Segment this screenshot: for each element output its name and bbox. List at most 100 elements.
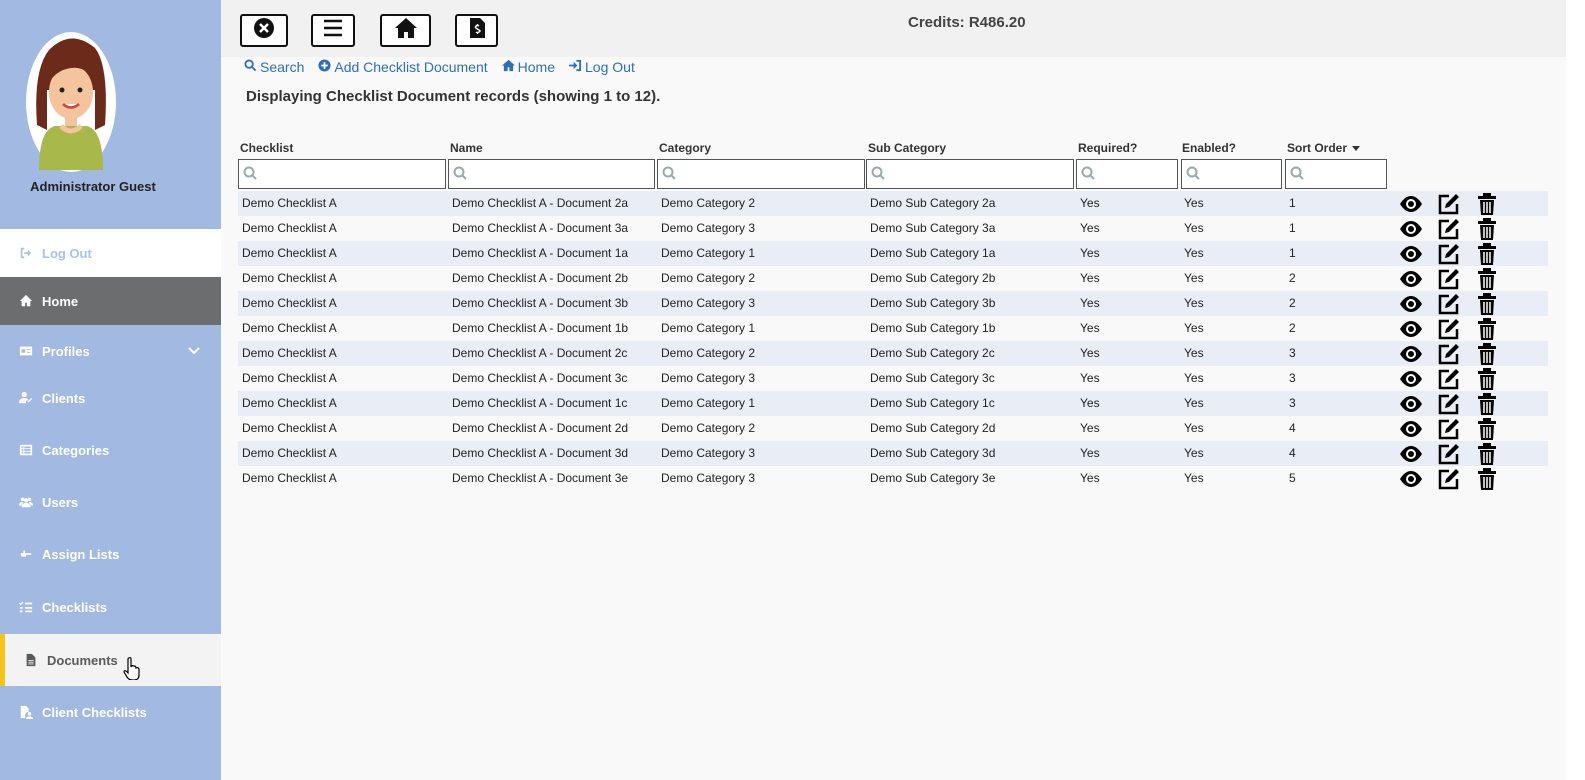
table-row[interactable]: Demo Checklist A Demo Checklist A - Docum…: [238, 441, 1548, 466]
table-row[interactable]: Demo Checklist A Demo Checklist A - Docum…: [238, 266, 1548, 291]
edit-button[interactable]: [1430, 266, 1468, 291]
column-header-checklist[interactable]: Checklist: [240, 141, 293, 155]
cell-required: Yes: [1080, 271, 1100, 285]
sidebar-item-assign-lists[interactable]: Assign Lists: [0, 528, 221, 580]
eye-icon: [1392, 216, 1430, 241]
delete-button[interactable]: [1468, 191, 1506, 216]
edit-button[interactable]: [1430, 216, 1468, 241]
filter-sub-category-input[interactable]: [866, 159, 1074, 189]
table-row[interactable]: Demo Checklist A Demo Checklist A - Docum…: [238, 366, 1548, 391]
table-row[interactable]: Demo Checklist A Demo Checklist A - Docum…: [238, 291, 1548, 316]
filter-category-input[interactable]: [657, 159, 865, 189]
sidebar-item-label: Documents: [47, 652, 118, 668]
delete-button[interactable]: [1468, 216, 1506, 241]
view-button[interactable]: [1392, 366, 1430, 391]
view-button[interactable]: [1392, 191, 1430, 216]
edit-button[interactable]: [1430, 441, 1468, 466]
view-button[interactable]: [1392, 441, 1430, 466]
delete-button[interactable]: [1468, 366, 1506, 391]
row-actions: [1392, 391, 1506, 416]
edit-button[interactable]: [1430, 341, 1468, 366]
column-header-required[interactable]: Required?: [1078, 141, 1137, 155]
home-button[interactable]: [380, 14, 431, 47]
cell-sub-category: Demo Sub Category 2a: [870, 196, 996, 210]
view-button[interactable]: [1392, 341, 1430, 366]
cell-category: Demo Category 1: [661, 321, 756, 335]
cell-sort-order: 2: [1289, 271, 1296, 285]
sidebar-item-documents[interactable]: Documents: [0, 634, 221, 686]
edit-button[interactable]: [1430, 466, 1468, 491]
table-row[interactable]: Demo Checklist A Demo Checklist A - Docum…: [238, 191, 1548, 216]
table-row[interactable]: Demo Checklist A Demo Checklist A - Docum…: [238, 241, 1548, 266]
edit-button[interactable]: [1430, 291, 1468, 316]
cell-checklist: Demo Checklist A: [242, 446, 337, 460]
edit-button[interactable]: [1430, 191, 1468, 216]
edit-button[interactable]: [1430, 316, 1468, 341]
view-button[interactable]: [1392, 466, 1430, 491]
sidebar-item-client-checklists[interactable]: Client Checklists: [0, 686, 221, 738]
column-header-name[interactable]: Name: [450, 141, 483, 155]
sidebar-item-clients[interactable]: Clients: [0, 372, 221, 424]
edit-button[interactable]: [1430, 366, 1468, 391]
cell-checklist: Demo Checklist A: [242, 271, 337, 285]
close-circle-icon: [253, 17, 275, 44]
row-actions: [1392, 416, 1506, 441]
search-icon: [453, 166, 467, 180]
table-row[interactable]: Demo Checklist A Demo Checklist A - Docum…: [238, 316, 1548, 341]
add-checklist-document-link[interactable]: Add Checklist Document: [318, 59, 488, 75]
search-link[interactable]: Search: [244, 59, 304, 75]
users-icon: [18, 494, 34, 510]
table-row[interactable]: Demo Checklist A Demo Checklist A - Docum…: [238, 341, 1548, 366]
delete-button[interactable]: [1468, 266, 1506, 291]
sidebar-item-categories[interactable]: Categories: [0, 424, 221, 476]
table-row[interactable]: Demo Checklist A Demo Checklist A - Docum…: [238, 391, 1548, 416]
delete-button[interactable]: [1468, 341, 1506, 366]
cell-sort-order: 2: [1289, 296, 1296, 310]
cell-category: Demo Category 1: [661, 396, 756, 410]
view-button[interactable]: [1392, 216, 1430, 241]
eye-icon: [1392, 191, 1430, 216]
view-button[interactable]: [1392, 391, 1430, 416]
delete-button[interactable]: [1468, 241, 1506, 266]
row-actions: [1392, 241, 1506, 266]
log-out-link[interactable]: Log Out: [569, 59, 635, 75]
view-button[interactable]: [1392, 241, 1430, 266]
filter-name-input[interactable]: [448, 159, 655, 189]
row-actions: [1392, 216, 1506, 241]
view-button[interactable]: [1392, 416, 1430, 441]
edit-button[interactable]: [1430, 391, 1468, 416]
invoice-button[interactable]: [455, 14, 498, 47]
delete-button[interactable]: [1468, 466, 1506, 491]
delete-button[interactable]: [1468, 316, 1506, 341]
edit-button[interactable]: [1430, 241, 1468, 266]
view-button[interactable]: [1392, 316, 1430, 341]
edit-button[interactable]: [1430, 416, 1468, 441]
table-row[interactable]: Demo Checklist A Demo Checklist A - Docum…: [238, 416, 1548, 441]
sidebar-item-log-out[interactable]: Log Out: [0, 229, 221, 277]
delete-button[interactable]: [1468, 291, 1506, 316]
home-link-label: Home: [517, 59, 556, 75]
sidebar-item-home[interactable]: Home: [0, 277, 221, 325]
sidebar-item-checklists[interactable]: Checklists: [0, 581, 221, 633]
table-row[interactable]: Demo Checklist A Demo Checklist A - Docum…: [238, 466, 1548, 491]
delete-button[interactable]: [1468, 441, 1506, 466]
cell-enabled: Yes: [1184, 196, 1204, 210]
sidebar-item-users[interactable]: Users: [0, 476, 221, 528]
table-row[interactable]: Demo Checklist A Demo Checklist A - Docum…: [238, 216, 1548, 241]
delete-button[interactable]: [1468, 391, 1506, 416]
home-link[interactable]: Home: [501, 59, 556, 75]
sidebar-item-label: Home: [42, 293, 79, 309]
view-button[interactable]: [1392, 266, 1430, 291]
column-header-category[interactable]: Category: [659, 141, 711, 155]
edit-icon: [1430, 316, 1468, 341]
sidebar-item-label: Checklists: [42, 599, 108, 615]
sidebar-item-profiles[interactable]: Profiles: [0, 325, 221, 377]
close-button[interactable]: [240, 14, 288, 47]
filter-checklist-input[interactable]: [238, 159, 446, 189]
view-button[interactable]: [1392, 291, 1430, 316]
column-header-enabled[interactable]: Enabled?: [1182, 141, 1236, 155]
column-header-sort-order[interactable]: Sort Order: [1287, 141, 1361, 155]
delete-button[interactable]: [1468, 416, 1506, 441]
menu-button[interactable]: [311, 14, 355, 47]
column-header-sub-category[interactable]: Sub Category: [868, 141, 946, 155]
